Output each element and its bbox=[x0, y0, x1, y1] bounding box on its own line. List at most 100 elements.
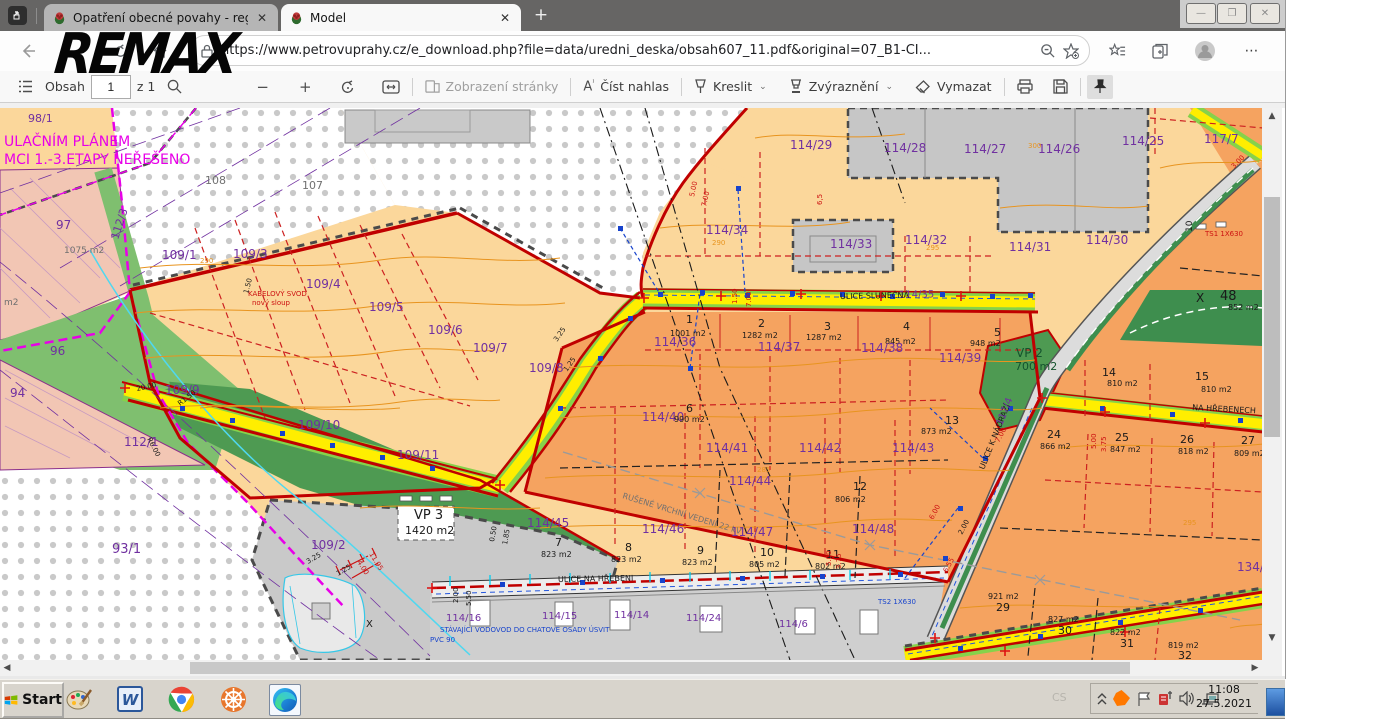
avast-tray-icon[interactable] bbox=[1112, 689, 1131, 708]
map-label: 114/38 bbox=[861, 341, 903, 355]
map-label: 810 m2 bbox=[1107, 379, 1138, 388]
rotate-button[interactable] bbox=[334, 75, 362, 99]
map-label: ULAČNÍM PLÁNEM bbox=[4, 132, 130, 150]
tab-actions-button[interactable] bbox=[8, 6, 27, 25]
start-button[interactable]: Start bbox=[2, 682, 64, 718]
chevron-down-icon[interactable]: ⌄ bbox=[759, 82, 767, 92]
chrome-app-button[interactable] bbox=[166, 684, 196, 714]
scroll-up-arrow[interactable]: ▲ bbox=[1262, 108, 1282, 124]
profile-button[interactable] bbox=[1193, 39, 1217, 63]
show-desktop-button[interactable] bbox=[1266, 688, 1285, 716]
restore-button[interactable]: ❐ bbox=[1217, 3, 1247, 24]
map-label: 1.50 bbox=[731, 288, 739, 304]
clock-date: 27.5.2021 bbox=[1192, 697, 1256, 711]
collections-button[interactable] bbox=[1148, 39, 1172, 63]
tab-model[interactable]: Model ✕ bbox=[281, 4, 521, 31]
map-label: 114/24 bbox=[686, 613, 721, 624]
map-label: ULICE NA HŘEBENI bbox=[558, 573, 634, 584]
scroll-left-arrow[interactable]: ◀ bbox=[0, 660, 14, 676]
new-tab-button[interactable]: + bbox=[529, 6, 553, 26]
map-label: 114/37 bbox=[758, 340, 800, 354]
map-label: TS2 1X630 bbox=[877, 598, 916, 606]
map-label: nový sloup bbox=[252, 299, 291, 307]
windows-logo-icon bbox=[4, 692, 18, 708]
erase-button[interactable]: Vymazat bbox=[909, 75, 998, 99]
map-label: VP 3 bbox=[414, 508, 443, 523]
word-app-button[interactable]: W bbox=[115, 684, 145, 714]
map-label: 3.75 bbox=[1100, 436, 1108, 452]
rotate-icon bbox=[340, 79, 356, 95]
map-label: 107 bbox=[302, 179, 323, 192]
chevron-down-icon[interactable]: ⌄ bbox=[885, 82, 893, 92]
scroll-right-arrow[interactable]: ▶ bbox=[1248, 660, 1262, 676]
map-label: 3.75 bbox=[835, 553, 843, 569]
map-label: 300 bbox=[1028, 142, 1041, 150]
close-button[interactable]: ✕ bbox=[1250, 3, 1280, 24]
map-label: 109/11 bbox=[397, 448, 439, 462]
address-bar[interactable]: https://www.petrovuprahy.cz/e_download.p… bbox=[190, 35, 1090, 66]
map-label: 27 bbox=[1241, 434, 1255, 447]
wheel-app-button[interactable] bbox=[218, 684, 248, 714]
tab-title: Model bbox=[310, 11, 491, 25]
fit-width-button[interactable] bbox=[376, 75, 406, 99]
map-label: 109/7 bbox=[473, 341, 508, 355]
map-label: 117/7 bbox=[1204, 132, 1239, 146]
tray-clock[interactable]: 11:08 27.5.2021 bbox=[1192, 683, 1256, 711]
map-label: 109/2 bbox=[311, 538, 346, 552]
tab-close-icon[interactable]: ✕ bbox=[497, 10, 513, 26]
map-label: 10 bbox=[1185, 220, 1195, 232]
map-label: 10 bbox=[760, 546, 774, 559]
horizontal-scrollbar[interactable]: ◀ ▶ bbox=[0, 660, 1262, 676]
map-label: 14 bbox=[1102, 366, 1116, 379]
navigation-bar: https://www.petrovuprahy.cz/e_download.p… bbox=[0, 31, 1285, 72]
map-label: X bbox=[366, 619, 373, 630]
profile-avatar bbox=[1194, 40, 1216, 62]
collections-icon bbox=[1152, 43, 1168, 59]
edge-app-button[interactable] bbox=[269, 684, 301, 716]
update-tray-icon[interactable] bbox=[1157, 690, 1174, 707]
read-aloud-button[interactable]: A⁾ Číst nahlas bbox=[577, 75, 675, 99]
zoom-page-icon[interactable] bbox=[1040, 43, 1055, 58]
map-label: 114/33 bbox=[830, 237, 872, 251]
map-label: 866 m2 bbox=[1040, 442, 1071, 451]
favorites-button[interactable] bbox=[1105, 39, 1129, 63]
tab-close-icon[interactable]: ✕ bbox=[254, 10, 270, 26]
horizontal-scroll-thumb[interactable] bbox=[190, 662, 1130, 674]
page-view-button[interactable]: Zobrazení stránky bbox=[419, 75, 565, 99]
pin-toolbar-button[interactable] bbox=[1087, 75, 1113, 99]
vertical-scroll-thumb[interactable] bbox=[1264, 197, 1280, 437]
action-center-flag-icon[interactable] bbox=[1136, 691, 1152, 707]
print-button[interactable] bbox=[1011, 75, 1039, 99]
map-label: 114/44 bbox=[729, 474, 771, 488]
map-label: 6,5 bbox=[816, 194, 824, 205]
zoom-out-button[interactable]: − bbox=[250, 75, 275, 99]
paint-app-button[interactable] bbox=[64, 684, 94, 714]
map-label: STÁVAJÍCÍ VODOVOD DO CHATOVÉ OSADY ÚSVIT bbox=[440, 625, 610, 634]
scroll-down-arrow[interactable]: ▼ bbox=[1262, 630, 1282, 646]
save-button[interactable] bbox=[1047, 75, 1074, 99]
map-label: 109/5 bbox=[369, 300, 404, 314]
more-menu-button[interactable]: ⋯ bbox=[1240, 39, 1264, 63]
map-label: 109/10 bbox=[298, 418, 340, 432]
fit-width-icon bbox=[382, 80, 400, 94]
hidden-icons-chevron[interactable] bbox=[1097, 693, 1107, 705]
minimize-button[interactable]: — bbox=[1186, 3, 1216, 24]
zoning-map-document[interactable]: 98/1971075 m2m29694112/3112/193/1109/110… bbox=[0, 108, 1262, 660]
url-text[interactable]: https://www.petrovuprahy.cz/e_download.p… bbox=[221, 43, 1032, 58]
add-favorite-icon[interactable] bbox=[1063, 43, 1079, 59]
map-label: 3 bbox=[824, 320, 831, 333]
language-indicator[interactable]: CS bbox=[1052, 691, 1067, 704]
back-button[interactable] bbox=[16, 39, 40, 63]
eraser-icon bbox=[915, 80, 931, 94]
map-label: 805 m2 bbox=[749, 560, 780, 569]
vertical-scrollbar[interactable]: ▲ ▼ bbox=[1262, 108, 1282, 660]
zoom-in-button[interactable]: + bbox=[293, 75, 318, 99]
toc-button[interactable] bbox=[12, 75, 39, 99]
draw-button[interactable]: Kreslit ⌄ bbox=[688, 75, 773, 99]
highlight-button[interactable]: Zvýraznění ⌄ bbox=[783, 75, 899, 99]
map-label: 290 bbox=[200, 257, 213, 265]
map-label: 114/42 bbox=[799, 441, 841, 455]
map-label: 810 m2 bbox=[1201, 385, 1232, 394]
tab-separator bbox=[36, 8, 37, 24]
read-aloud-icon: A⁾ bbox=[583, 78, 594, 94]
